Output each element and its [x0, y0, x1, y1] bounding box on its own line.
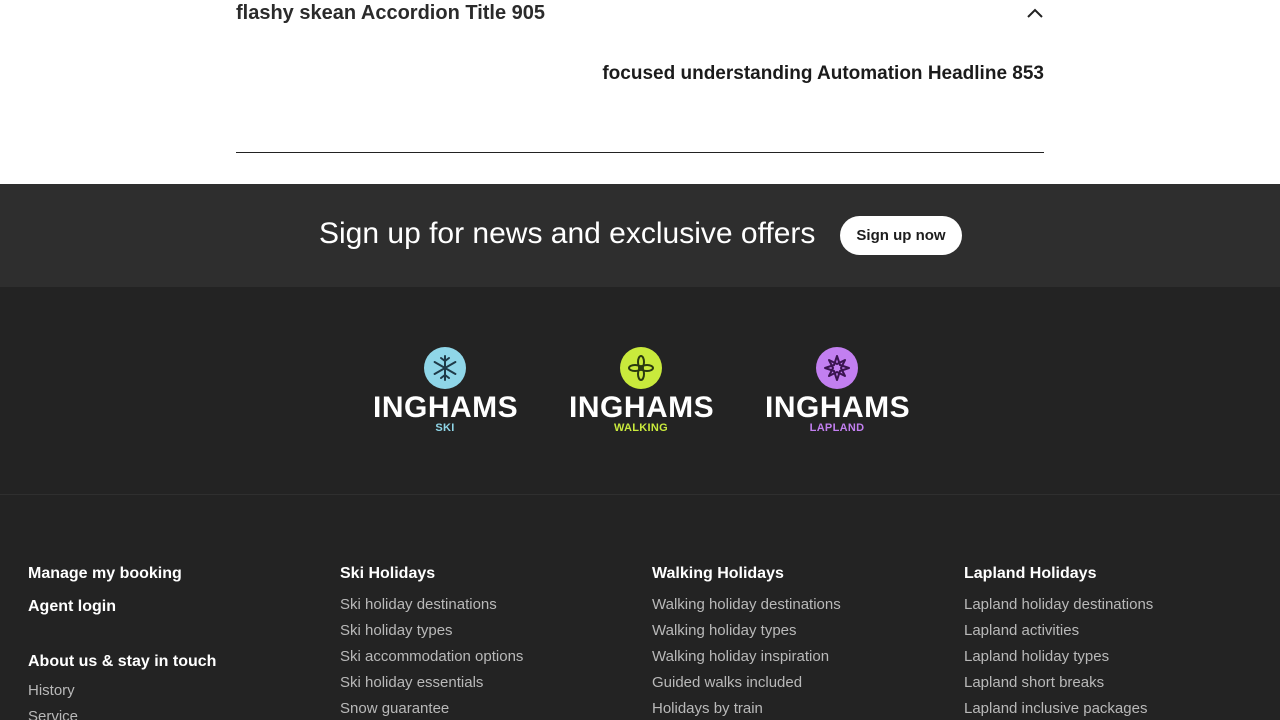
- manage-booking-link[interactable]: Manage my booking: [28, 565, 216, 583]
- footer-column-account: Manage my booking Agent login About us &…: [28, 565, 216, 720]
- brand-sub: WALKING: [613, 422, 669, 434]
- footer-link[interactable]: Ski holiday types: [340, 621, 523, 647]
- footer-link[interactable]: Service: [28, 707, 216, 720]
- brand-sub: LAPLAND: [809, 422, 865, 434]
- brand-name: INGHAMS: [765, 391, 911, 424]
- footer-link[interactable]: Ski holiday essentials: [340, 673, 523, 699]
- chevron-up-icon[interactable]: [1026, 6, 1044, 20]
- footer-link[interactable]: Holidays by train: [652, 699, 841, 720]
- footer-link[interactable]: Lapland short breaks: [964, 673, 1153, 699]
- footer-link[interactable]: Lapland inclusive packages: [964, 699, 1153, 720]
- agent-login-link[interactable]: Agent login: [28, 598, 216, 616]
- footer-link[interactable]: Ski holiday destinations: [340, 595, 523, 621]
- footer-link[interactable]: Lapland holiday destinations: [964, 595, 1153, 621]
- footer: INGHAMS SKI INGHAMS WALKING INGHAMS LAPL…: [0, 287, 1280, 720]
- footer-link[interactable]: Guided walks included: [652, 673, 841, 699]
- accordion-item: flashy skean Accordion Title 905 focused…: [236, 0, 1044, 153]
- ski-heading[interactable]: Ski Holidays: [340, 565, 523, 583]
- newsletter-signup-band: Sign up for news and exclusive offers Si…: [0, 184, 1280, 287]
- brand-name: INGHAMS: [373, 391, 519, 424]
- walking-heading[interactable]: Walking Holidays: [652, 565, 841, 583]
- footer-column-walking: Walking Holidays Walking holiday destina…: [652, 565, 841, 720]
- footer-link[interactable]: Snow guarantee: [340, 699, 523, 720]
- footer-link[interactable]: Lapland activities: [964, 621, 1153, 647]
- footer-link[interactable]: Walking holiday inspiration: [652, 647, 841, 673]
- footer-column-ski: Ski Holidays Ski holiday destinations Sk…: [340, 565, 523, 720]
- snowflake-icon: [424, 347, 466, 389]
- footer-column-lapland: Lapland Holidays Lapland holiday destina…: [964, 565, 1153, 720]
- brand-logo-lapland[interactable]: INGHAMS LAPLAND: [765, 347, 915, 437]
- footer-link[interactable]: History: [28, 681, 216, 707]
- brand-sub: SKI: [435, 422, 455, 434]
- brand-name: INGHAMS: [569, 391, 715, 424]
- brand-logos: INGHAMS SKI INGHAMS WALKING INGHAMS LAPL…: [0, 287, 1280, 495]
- brand-logo-walking[interactable]: INGHAMS WALKING: [569, 347, 719, 437]
- footer-link[interactable]: Walking holiday types: [652, 621, 841, 647]
- brand-logo-ski[interactable]: INGHAMS SKI: [373, 347, 523, 437]
- footer-link[interactable]: Ski accommodation options: [340, 647, 523, 673]
- footer-link[interactable]: Lapland holiday types: [964, 647, 1153, 673]
- about-heading: About us & stay in touch: [28, 653, 217, 670]
- signup-button[interactable]: Sign up now: [840, 216, 962, 255]
- accordion-headline: focused understanding Automation Headlin…: [602, 63, 1044, 84]
- accordion-title[interactable]: flashy skean Accordion Title 905: [236, 2, 545, 25]
- footer-link[interactable]: Walking holiday destinations: [652, 595, 841, 621]
- star-flake-icon: [816, 347, 858, 389]
- lapland-heading[interactable]: Lapland Holidays: [964, 565, 1153, 583]
- signup-text: Sign up for news and exclusive offers: [319, 217, 816, 250]
- flower-icon: [620, 347, 662, 389]
